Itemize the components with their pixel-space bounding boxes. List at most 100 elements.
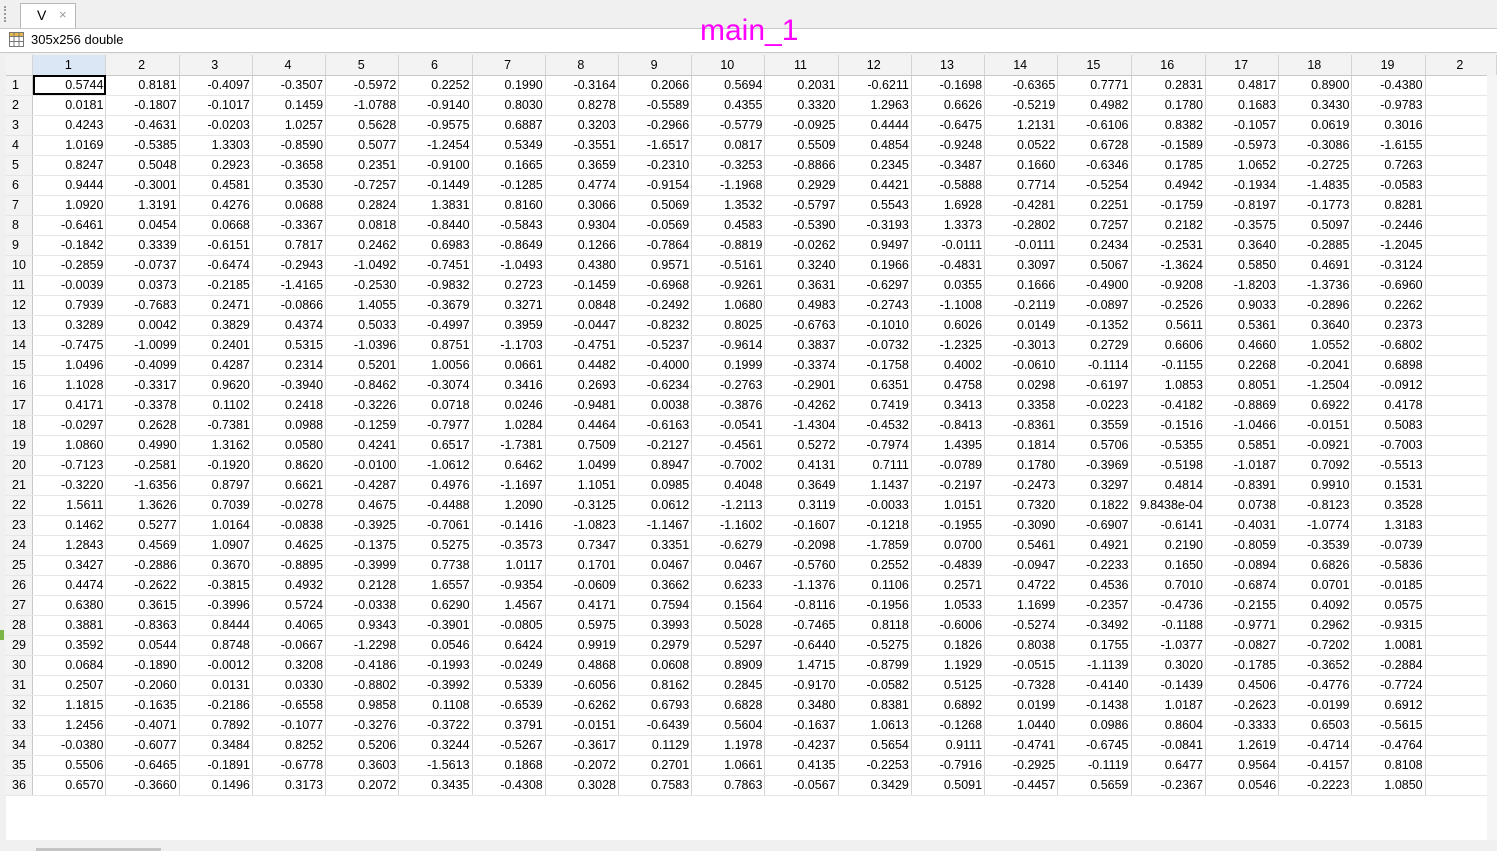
table-cell[interactable]: 0.0718 <box>398 395 473 416</box>
table-cell[interactable]: -0.3226 <box>325 395 400 416</box>
table-cell[interactable]: -1.0788 <box>325 95 400 116</box>
table-cell[interactable] <box>1425 95 1497 116</box>
table-cell[interactable]: 0.0701 <box>1278 575 1353 596</box>
table-cell[interactable]: 0.7039 <box>179 495 253 516</box>
table-cell[interactable]: -0.0894 <box>1205 555 1280 576</box>
table-cell[interactable]: -1.1467 <box>618 515 693 536</box>
row-header[interactable]: 21 <box>6 475 34 496</box>
table-cell[interactable]: -0.8802 <box>325 675 400 696</box>
table-cell[interactable]: -0.2886 <box>105 555 180 576</box>
table-cell[interactable]: 1.0533 <box>911 595 986 616</box>
table-cell[interactable]: 0.8030 <box>472 95 546 116</box>
column-header[interactable]: 8 <box>545 55 619 76</box>
table-cell[interactable]: 1.4055 <box>325 295 400 316</box>
table-cell[interactable]: 0.4135 <box>764 755 839 776</box>
table-cell[interactable]: -1.1139 <box>1057 655 1132 676</box>
row-header[interactable]: 20 <box>6 455 34 476</box>
row-header[interactable]: 10 <box>6 255 34 276</box>
table-cell[interactable]: 0.4983 <box>764 295 839 316</box>
table-cell[interactable]: -0.4071 <box>105 715 180 736</box>
row-header[interactable]: 25 <box>6 555 34 576</box>
table-cell[interactable]: -0.2725 <box>1278 155 1353 176</box>
table-cell[interactable]: -0.8819 <box>691 235 766 256</box>
table-cell[interactable]: 1.3303 <box>179 135 253 156</box>
table-cell[interactable]: -0.2367 <box>1131 775 1206 796</box>
table-cell[interactable]: -1.0187 <box>1205 455 1280 476</box>
table-cell[interactable]: 0.3297 <box>1057 475 1132 496</box>
table-cell[interactable]: 1.0920 <box>32 195 107 216</box>
table-cell[interactable]: 0.4976 <box>398 475 473 496</box>
table-cell[interactable]: -0.9154 <box>618 175 693 196</box>
table-cell[interactable]: -0.0841 <box>1131 735 1206 756</box>
row-header[interactable]: 24 <box>6 535 34 556</box>
table-cell[interactable]: -0.6279 <box>691 535 766 556</box>
table-cell[interactable] <box>1425 195 1497 216</box>
table-cell[interactable]: 0.8051 <box>1205 375 1280 396</box>
table-cell[interactable]: 0.3244 <box>398 735 473 756</box>
table-cell[interactable]: -0.1785 <box>1205 655 1280 676</box>
table-cell[interactable]: 0.3791 <box>472 715 546 736</box>
table-cell[interactable]: -0.2127 <box>618 435 693 456</box>
table-cell[interactable]: -0.8895 <box>252 555 327 576</box>
table-cell[interactable]: -0.8197 <box>1205 195 1280 216</box>
row-header[interactable]: 22 <box>6 495 34 516</box>
table-cell[interactable]: 0.1564 <box>691 595 766 616</box>
row-header[interactable]: 19 <box>6 435 34 456</box>
table-cell[interactable]: 0.3427 <box>32 555 107 576</box>
table-cell[interactable] <box>1425 575 1497 596</box>
table-cell[interactable]: -0.0805 <box>472 615 546 636</box>
table-cell[interactable]: 0.1266 <box>545 235 619 256</box>
table-cell[interactable]: -0.3086 <box>1278 135 1353 156</box>
table-cell[interactable]: 0.1665 <box>472 155 546 176</box>
table-cell[interactable]: 1.1815 <box>32 695 107 716</box>
table-cell[interactable]: 0.6380 <box>32 595 107 616</box>
table-cell[interactable]: -0.0897 <box>1057 295 1132 316</box>
table-cell[interactable]: 0.6477 <box>1131 755 1206 776</box>
table-cell[interactable]: 0.7347 <box>545 535 619 556</box>
table-cell[interactable]: 0.9111 <box>911 735 986 756</box>
table-cell[interactable]: 0.0373 <box>105 275 180 296</box>
table-cell[interactable]: -0.4900 <box>1057 275 1132 296</box>
table-cell[interactable]: -0.3551 <box>545 135 619 156</box>
column-header[interactable]: 10 <box>691 55 766 76</box>
column-header[interactable]: 18 <box>1278 55 1353 76</box>
table-cell[interactable]: 0.4817 <box>1205 75 1280 96</box>
table-cell[interactable]: 0.1780 <box>984 455 1059 476</box>
table-cell[interactable]: -0.5589 <box>618 95 693 116</box>
table-cell[interactable]: -1.1376 <box>764 575 839 596</box>
table-cell[interactable]: -1.3624 <box>1131 255 1206 276</box>
table-cell[interactable]: 1.0499 <box>545 455 619 476</box>
table-cell[interactable]: -0.1890 <box>105 655 180 676</box>
row-header[interactable]: 16 <box>6 375 34 396</box>
table-cell[interactable]: 0.0619 <box>1278 115 1353 136</box>
table-cell[interactable]: -0.5198 <box>1131 455 1206 476</box>
table-cell[interactable]: 1.1929 <box>911 655 986 676</box>
table-cell[interactable]: -0.6558 <box>252 695 327 716</box>
table-cell[interactable]: -0.4532 <box>838 415 912 436</box>
table-cell[interactable]: 0.6424 <box>472 635 546 656</box>
table-cell[interactable] <box>1425 335 1497 356</box>
table-cell[interactable]: 0.1868 <box>472 755 546 776</box>
table-cell[interactable]: 0.6912 <box>1351 695 1426 716</box>
table-cell[interactable]: 0.4583 <box>691 215 766 236</box>
table-cell[interactable]: 0.0546 <box>398 635 473 656</box>
table-cell[interactable] <box>1425 295 1497 316</box>
table-cell[interactable]: 0.2824 <box>325 195 400 216</box>
table-cell[interactable]: -0.2446 <box>1351 215 1426 236</box>
table-cell[interactable]: -0.5779 <box>691 115 766 136</box>
table-cell[interactable]: 0.0817 <box>691 135 766 156</box>
table-cell[interactable]: -1.6517 <box>618 135 693 156</box>
table-cell[interactable]: -0.0515 <box>984 655 1059 676</box>
table-cell[interactable] <box>1425 555 1497 576</box>
table-cell[interactable]: 0.4276 <box>179 195 253 216</box>
table-cell[interactable]: 0.4171 <box>545 595 619 616</box>
table-cell[interactable]: -0.1375 <box>325 535 400 556</box>
table-cell[interactable]: 0.1826 <box>911 635 986 656</box>
table-cell[interactable]: 0.2693 <box>545 375 619 396</box>
table-cell[interactable]: -0.3996 <box>179 595 253 616</box>
row-header[interactable]: 2 <box>6 95 34 116</box>
table-cell[interactable]: 1.0187 <box>1131 695 1206 716</box>
table-cell[interactable]: 0.1106 <box>838 575 912 596</box>
table-cell[interactable] <box>1425 495 1497 516</box>
table-cell[interactable]: 0.5277 <box>105 515 180 536</box>
